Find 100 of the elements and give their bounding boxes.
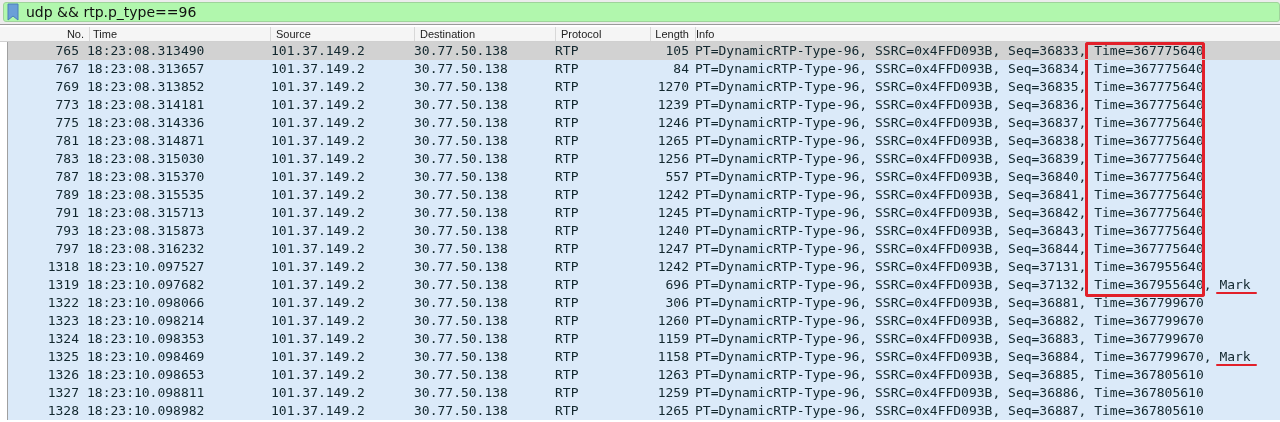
- packet-time: 18:23:10.098982: [87, 403, 205, 418]
- packet-info: PT=DynamicRTP-Type-96, SSRC=0x4FFD093B, Seq=36837, Time=367775640: [695, 115, 1204, 130]
- packet-length: 105: [665, 43, 689, 58]
- packet-time: 18:23:08.313490: [87, 43, 205, 58]
- packet-info: PT=DynamicRTP-Type-96, SSRC=0x4FFD093B, Seq=36834, Time=367775640: [695, 61, 1204, 76]
- packet-length: 557: [665, 169, 689, 184]
- protocol-name: RTP: [555, 187, 579, 202]
- packet-length: 1259: [657, 385, 689, 400]
- column-header[interactable]: Destination: [415, 27, 556, 41]
- packet-info: PT=DynamicRTP-Type-96, SSRC=0x4FFD093B, Seq=36839, Time=367775640: [695, 151, 1204, 166]
- destination-address: 30.77.50.138: [414, 241, 508, 256]
- protocol-name: RTP: [555, 223, 579, 238]
- protocol-name: RTP: [555, 79, 579, 94]
- column-header[interactable]: Length: [651, 27, 696, 41]
- column-header[interactable]: No.: [0, 27, 90, 41]
- protocol-name: RTP: [555, 169, 579, 184]
- destination-address: 30.77.50.138: [414, 43, 508, 58]
- packet-row[interactable]: 765 18:23:08.313490 101.37.149.2 30.77.50.138 RTP 105 PT=DynamicRTP-Type-96, SSRC=0x4FFD093B, Seq=36833, Time=367775640: [8, 42, 1280, 60]
- packet-row[interactable]: 783 18:23:08.315030 101.37.149.2 30.77.50.138 RTP 1256 PT=DynamicRTP-Type-96, SSRC=0x4FFD093B, Seq=36839, Time=367775640: [8, 150, 1280, 168]
- packet-row[interactable]: 1324 18:23:10.098353 101.37.149.2 30.77.50.138 RTP 1159 PT=DynamicRTP-Type-96, SSRC=0x4FFD093B, Seq=36883, Time=367799670: [8, 330, 1280, 348]
- source-address: 101.37.149.2: [271, 313, 365, 328]
- packet-length: 696: [665, 277, 689, 292]
- packet-row[interactable]: 1328 18:23:10.098982 101.37.149.2 30.77.50.138 RTP 1265 PT=DynamicRTP-Type-96, SSRC=0x4FFD093B, Seq=36887, Time=367805610: [8, 402, 1280, 420]
- packet-info: PT=DynamicRTP-Type-96, SSRC=0x4FFD093B, Seq=36840, Time=367775640: [695, 169, 1204, 184]
- packet-length: 1245: [657, 205, 689, 220]
- packet-time: 18:23:08.314181: [87, 97, 205, 112]
- source-address: 101.37.149.2: [271, 295, 365, 310]
- protocol-name: RTP: [555, 295, 579, 310]
- column-header[interactable]: Protocol: [556, 27, 651, 41]
- source-address: 101.37.149.2: [271, 367, 365, 382]
- packet-length: 1247: [657, 241, 689, 256]
- packet-time: 18:23:08.315873: [87, 223, 205, 238]
- packet-row[interactable]: 791 18:23:08.315713 101.37.149.2 30.77.50.138 RTP 1245 PT=DynamicRTP-Type-96, SSRC=0x4FFD093B, Seq=36842, Time=367775640: [8, 204, 1280, 222]
- packet-time: 18:23:08.313657: [87, 61, 205, 76]
- packet-row[interactable]: 1327 18:23:10.098811 101.37.149.2 30.77.50.138 RTP 1259 PT=DynamicRTP-Type-96, SSRC=0x4FFD093B, Seq=36886, Time=367805610: [8, 384, 1280, 402]
- destination-address: 30.77.50.138: [414, 169, 508, 184]
- packet-number: 1327: [47, 385, 79, 400]
- packet-row[interactable]: 1326 18:23:10.098653 101.37.149.2 30.77.50.138 RTP 1263 PT=DynamicRTP-Type-96, SSRC=0x4FFD093B, Seq=36885, Time=367805610: [8, 366, 1280, 384]
- packet-length: 1263: [657, 367, 689, 382]
- column-header[interactable]: Source: [271, 27, 415, 41]
- protocol-name: RTP: [555, 115, 579, 130]
- packet-time: 18:23:10.098469: [87, 349, 205, 364]
- packet-info: PT=DynamicRTP-Type-96, SSRC=0x4FFD093B, Seq=37131, Time=367955640: [695, 259, 1204, 274]
- destination-address: 30.77.50.138: [414, 367, 508, 382]
- source-address: 101.37.149.2: [271, 187, 365, 202]
- destination-address: 30.77.50.138: [414, 61, 508, 76]
- packet-info: PT=DynamicRTP-Type-96, SSRC=0x4FFD093B, Seq=36835, Time=367775640: [695, 79, 1204, 94]
- packet-info: PT=DynamicRTP-Type-96, SSRC=0x4FFD093B, Seq=36843, Time=367775640: [695, 223, 1204, 238]
- protocol-name: RTP: [555, 367, 579, 382]
- packet-length: 1240: [657, 223, 689, 238]
- packet-number: 1319: [47, 277, 79, 292]
- packet-info: PT=DynamicRTP-Type-96, SSRC=0x4FFD093B, Seq=36844, Time=367775640: [695, 241, 1204, 256]
- packet-row[interactable]: 787 18:23:08.315370 101.37.149.2 30.77.50.138 RTP 557 PT=DynamicRTP-Type-96, SSRC=0x4FFD093B, Seq=36840, Time=367775640: [8, 168, 1280, 186]
- packet-row[interactable]: 1322 18:23:10.098066 101.37.149.2 30.77.50.138 RTP 306 PT=DynamicRTP-Type-96, SSRC=0x4FFD093B, Seq=36881, Time=367799670: [8, 294, 1280, 312]
- packet-number: 789: [55, 187, 79, 202]
- packet-length: 1159: [657, 331, 689, 346]
- packet-number: 781: [55, 133, 79, 148]
- source-address: 101.37.149.2: [271, 223, 365, 238]
- destination-address: 30.77.50.138: [414, 295, 508, 310]
- source-address: 101.37.149.2: [271, 133, 365, 148]
- source-address: 101.37.149.2: [271, 277, 365, 292]
- filter-field[interactable]: udp && rtp.p_type==96: [3, 2, 1280, 22]
- packet-number: 793: [55, 223, 79, 238]
- packet-info: PT=DynamicRTP-Type-96, SSRC=0x4FFD093B, Seq=36838, Time=367775640: [695, 133, 1204, 148]
- bookmark-icon[interactable]: [7, 3, 19, 21]
- protocol-name: RTP: [555, 349, 579, 364]
- protocol-name: RTP: [555, 241, 579, 256]
- packet-info: PT=DynamicRTP-Type-96, SSRC=0x4FFD093B, Seq=36883, Time=367799670: [695, 331, 1204, 346]
- packet-time: 18:23:10.098353: [87, 331, 205, 346]
- packet-length: 1256: [657, 151, 689, 166]
- packet-row[interactable]: 781 18:23:08.314871 101.37.149.2 30.77.50.138 RTP 1265 PT=DynamicRTP-Type-96, SSRC=0x4FFD093B, Seq=36838, Time=367775640: [8, 132, 1280, 150]
- packet-length: 1260: [657, 313, 689, 328]
- packet-info: PT=DynamicRTP-Type-96, SSRC=0x4FFD093B, Seq=36885, Time=367805610: [695, 367, 1204, 382]
- packet-row[interactable]: 1325 18:23:10.098469 101.37.149.2 30.77.50.138 RTP 1158 PT=DynamicRTP-Type-96, SSRC=0x4FFD093B, Seq=36884, Time=367799670, Mark: [8, 348, 1280, 366]
- packet-row[interactable]: 1318 18:23:10.097527 101.37.149.2 30.77.50.138 RTP 1242 PT=DynamicRTP-Type-96, SSRC=0x4FFD093B, Seq=37131, Time=367955640: [8, 258, 1280, 276]
- packet-row[interactable]: 775 18:23:08.314336 101.37.149.2 30.77.50.138 RTP 1246 PT=DynamicRTP-Type-96, SSRC=0x4FFD093B, Seq=36837, Time=367775640: [8, 114, 1280, 132]
- destination-address: 30.77.50.138: [414, 151, 508, 166]
- packet-info: PT=DynamicRTP-Type-96, SSRC=0x4FFD093B, Seq=36882, Time=367799670: [695, 313, 1204, 328]
- protocol-name: RTP: [555, 259, 579, 274]
- packet-length: 84: [673, 61, 689, 76]
- packet-row[interactable]: 767 18:23:08.313657 101.37.149.2 30.77.50.138 RTP 84 PT=DynamicRTP-Type-96, SSRC=0x4FFD093B, Seq=36834, Time=367775640: [8, 60, 1280, 78]
- protocol-name: RTP: [555, 205, 579, 220]
- destination-address: 30.77.50.138: [414, 205, 508, 220]
- packet-row[interactable]: 789 18:23:08.315535 101.37.149.2 30.77.50.138 RTP 1242 PT=DynamicRTP-Type-96, SSRC=0x4FFD093B, Seq=36841, Time=367775640: [8, 186, 1280, 204]
- packet-time: 18:23:08.315713: [87, 205, 205, 220]
- packet-row[interactable]: 769 18:23:08.313852 101.37.149.2 30.77.50.138 RTP 1270 PT=DynamicRTP-Type-96, SSRC=0x4FFD093B, Seq=36835, Time=367775640: [8, 78, 1280, 96]
- column-header[interactable]: Info: [696, 27, 1280, 41]
- packet-number: 769: [55, 79, 79, 94]
- packet-row[interactable]: 1323 18:23:10.098214 101.37.149.2 30.77.50.138 RTP 1260 PT=DynamicRTP-Type-96, SSRC=0x4FFD093B, Seq=36882, Time=367799670: [8, 312, 1280, 330]
- protocol-name: RTP: [555, 313, 579, 328]
- packet-row[interactable]: 797 18:23:08.316232 101.37.149.2 30.77.50.138 RTP 1247 PT=DynamicRTP-Type-96, SSRC=0x4FFD093B, Seq=36844, Time=367775640: [8, 240, 1280, 258]
- protocol-name: RTP: [555, 61, 579, 76]
- packet-row[interactable]: 773 18:23:08.314181 101.37.149.2 30.77.50.138 RTP 1239 PT=DynamicRTP-Type-96, SSRC=0x4FFD093B, Seq=36836, Time=367775640: [8, 96, 1280, 114]
- packet-number: 1318: [47, 259, 79, 274]
- packet-row[interactable]: 793 18:23:08.315873 101.37.149.2 30.77.50.138 RTP 1240 PT=DynamicRTP-Type-96, SSRC=0x4FFD093B, Seq=36843, Time=367775640: [8, 222, 1280, 240]
- column-header[interactable]: Time: [90, 27, 271, 41]
- source-address: 101.37.149.2: [271, 43, 365, 58]
- source-address: 101.37.149.2: [271, 151, 365, 166]
- packet-length: 1265: [657, 133, 689, 148]
- destination-address: 30.77.50.138: [414, 385, 508, 400]
